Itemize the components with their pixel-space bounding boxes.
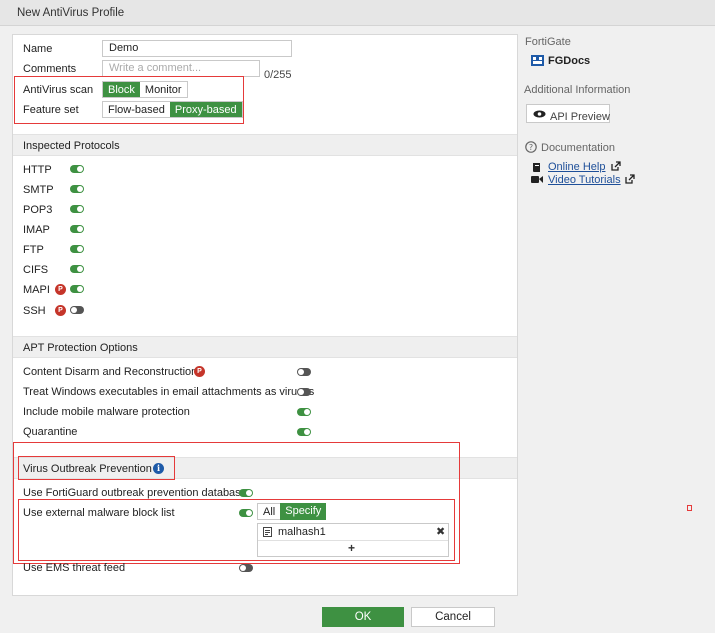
quarantine-toggle[interactable] xyxy=(297,428,311,436)
protocol-mapi-label: MAPI xyxy=(23,284,50,296)
fortigate-name: FGDocs xyxy=(548,55,591,67)
external-link-icon xyxy=(611,161,621,171)
cancel-button[interactable]: Cancel xyxy=(411,607,495,627)
protocol-ftp-label: FTP xyxy=(23,244,44,256)
online-help-link[interactable]: Online Help xyxy=(548,161,605,173)
protocol-cifs-toggle[interactable] xyxy=(70,265,84,273)
window-titlebar: New AntiVirus Profile xyxy=(0,0,715,26)
inspected-protocols-title: Inspected Protocols xyxy=(23,140,120,152)
inspected-protocols-header: Inspected Protocols xyxy=(13,134,517,156)
name-label: Name xyxy=(23,43,53,55)
proxy-badge-icon: P xyxy=(55,284,66,295)
proxy-badge-icon: P xyxy=(55,305,66,316)
protocol-pop3-label: POP3 xyxy=(23,204,53,216)
quarantine-label: Quarantine xyxy=(23,426,78,438)
ok-button[interactable]: OK xyxy=(322,607,404,627)
mobile-malware-label: Include mobile malware protection xyxy=(23,406,190,418)
ems-threat-feed-toggle[interactable] xyxy=(239,564,253,572)
cdr-label: Content Disarm and Reconstruction xyxy=(23,366,198,378)
comments-textarea[interactable]: Write a comment... xyxy=(102,60,260,77)
video-tutorials-link[interactable]: Video Tutorials xyxy=(548,174,621,186)
api-preview-label: API Preview xyxy=(550,111,610,123)
protocol-smtp-label: SMTP xyxy=(23,184,54,196)
protocol-imap-label: IMAP xyxy=(23,224,50,236)
book-icon xyxy=(533,163,540,172)
svg-text:?: ? xyxy=(529,143,533,152)
external-link-icon xyxy=(625,174,635,184)
protocol-smtp-toggle[interactable] xyxy=(70,185,84,193)
cdr-toggle[interactable] xyxy=(297,368,311,376)
documentation-heading: Documentation xyxy=(541,142,615,154)
protocol-ssh-label: SSH xyxy=(23,305,46,317)
marker-box xyxy=(687,505,692,511)
protocol-imap-toggle[interactable] xyxy=(70,225,84,233)
protocol-http-toggle[interactable] xyxy=(70,165,84,173)
comments-char-count: 0/255 xyxy=(264,69,292,81)
windows-executables-label: Treat Windows executables in email attac… xyxy=(23,386,315,398)
api-preview-button[interactable]: API Preview xyxy=(526,104,610,123)
windows-executables-toggle[interactable] xyxy=(297,388,311,396)
protocol-mapi-toggle[interactable] xyxy=(70,285,84,293)
highlight-box-outbreak-section xyxy=(13,442,460,564)
additional-info-heading: Additional Information xyxy=(524,84,631,96)
ems-threat-feed-label: Use EMS threat feed xyxy=(23,562,126,574)
protocol-pop3-toggle[interactable] xyxy=(70,205,84,213)
fortigate-heading: FortiGate xyxy=(525,36,571,48)
protocol-ftp-toggle[interactable] xyxy=(70,245,84,253)
name-input[interactable]: Demo xyxy=(102,40,292,57)
protocol-ssh-toggle[interactable] xyxy=(70,306,84,314)
protocol-http-label: HTTP xyxy=(23,164,52,176)
apt-protection-title: APT Protection Options xyxy=(23,342,138,354)
question-circle-icon: ? xyxy=(525,141,537,153)
fortigate-device-icon xyxy=(531,55,544,66)
mobile-malware-toggle[interactable] xyxy=(297,408,311,416)
eye-icon xyxy=(533,110,546,118)
protocol-cifs-label: CIFS xyxy=(23,264,49,276)
window-title: New AntiVirus Profile xyxy=(17,7,125,19)
profile-form-panel: Name Demo Comments Write a comment... 0/… xyxy=(12,34,518,596)
video-camera-icon xyxy=(531,176,543,183)
highlight-box-scan-settings xyxy=(14,76,244,124)
proxy-badge-icon: P xyxy=(194,366,205,377)
comments-label: Comments xyxy=(23,63,77,75)
apt-protection-header: APT Protection Options xyxy=(13,336,517,358)
